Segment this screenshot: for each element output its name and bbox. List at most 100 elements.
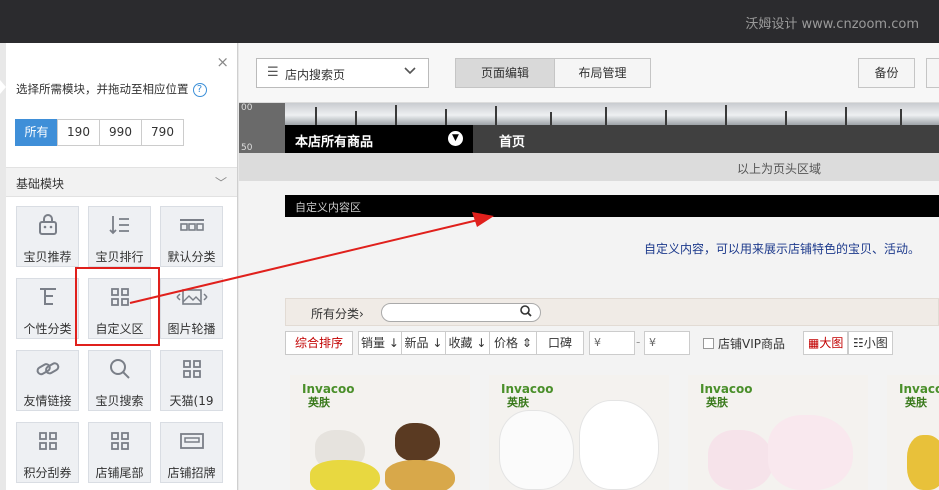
sort-toggle-icon: ⇕ [518,336,532,350]
brand-name: Invacoo [501,382,554,396]
panel-tip-text: 选择所需模块，并拖动至相应位置 [16,82,189,96]
ruler: 00 50 [239,103,285,153]
vip-filter[interactable]: 店铺VIP商品 [703,335,785,352]
module-image-carousel[interactable]: 图片轮播 [160,278,223,339]
module-custom-category[interactable]: 个性分类 [16,278,79,339]
category-label-text: 所有分类 [311,307,360,321]
module-item-search[interactable]: 宝贝搜索 [88,350,151,411]
arrow-down-icon: ↓ [472,336,487,350]
header-region-band: 以上为页头区域 [239,153,939,181]
backup-button[interactable]: 备份 [858,58,915,88]
link-icon [17,357,78,383]
module-label: 默认分类 [167,250,216,264]
brand-name-cn: 英肤 [905,396,927,409]
module-label: 个性分类 [23,322,72,336]
module-label: 积分刮券 [23,466,72,480]
product-brand: Invacoo英肤 [501,382,554,410]
product-card[interactable]: Invacoo英肤 [688,375,868,490]
width-filter-tabs: 所有 190 990 790 [15,119,184,146]
module-label: 宝贝搜索 [95,394,144,408]
sort-price-label: 价格 [494,336,519,350]
watermark: 沃姆设计 www.cnzoom.com [745,17,919,32]
module-shop-footer[interactable]: 店铺尾部 [88,422,151,483]
module-recommend[interactable]: 宝贝推荐 [16,206,79,267]
width-tab-790[interactable]: 790 [141,119,184,146]
editor-toolbar: ☰ 店内搜索页 页面编辑 布局管理 备份 [239,43,939,103]
sort-sales[interactable]: 销量 ↓ [358,331,402,355]
category-search-input[interactable] [381,303,541,322]
sort-favorites-label: 收藏 [448,336,473,350]
module-shop-signboard[interactable]: 店铺招牌 [160,422,223,483]
brand-name: Invacoo [899,382,939,396]
brand-name: Invacoo [700,382,753,396]
module-friend-links[interactable]: 友情链接 [16,350,79,411]
page-edit-button[interactable]: 页面编辑 [455,58,555,88]
shop-nav: 本店所有商品 ▼ 首页 [285,125,939,153]
help-icon[interactable]: ? [192,82,207,97]
nav-all-items[interactable]: 本店所有商品 ▼ [285,125,473,153]
editor-canvas: ☰ 店内搜索页 页面编辑 布局管理 备份 00 50 本店所有商品 ▼ 首页 以… [239,43,939,490]
view-small-button[interactable]: ☷小图 [848,331,893,355]
brand-name-cn: 英肤 [706,396,728,409]
category-label[interactable]: 所有分类› [311,305,364,322]
section-basic-modules[interactable]: 基础模块 ﹀ [6,167,237,197]
page-select[interactable]: ☰ 店内搜索页 [256,58,429,88]
sort-new-label: 新品 [404,336,429,350]
nav-home[interactable]: 首页 [499,131,525,150]
chevron-down-icon [404,64,416,79]
top-bar: 沃姆设计 www.cnzoom.com [0,0,939,43]
sort-new[interactable]: 新品 ↓ [401,331,446,355]
header-note: 以上为页头区域 [737,162,822,176]
module-label: 宝贝排行 [95,250,144,264]
sort-default[interactable]: 综合排序 [285,331,353,355]
width-tab-all[interactable]: 所有 [15,119,58,146]
grid-icon [161,357,222,383]
view-big-button[interactable]: ▦大图 [803,331,849,355]
module-label: 宝贝推荐 [23,250,72,264]
custom-content-bar[interactable]: 自定义内容区 [285,195,939,217]
module-label: 图片轮播 [167,322,216,336]
close-icon[interactable]: × [216,53,229,71]
product-card[interactable]: Invacoo英肤 [290,375,470,490]
sort-price[interactable]: 价格 ⇕ [489,331,537,355]
sort-bar: 综合排序 销量 ↓ 新品 ↓ 收藏 ↓ 价格 ⇕ 口碑 ¥ - ¥ 店铺VIP商… [285,331,939,357]
layout-manage-button[interactable]: 布局管理 [554,58,651,88]
ruler-top: 00 [241,103,253,113]
chevron-down-icon[interactable]: ﹀ [215,174,227,191]
sort-reputation[interactable]: 口碑 [536,331,584,355]
price-dash: - [636,335,641,349]
module-label: 店铺尾部 [95,466,144,480]
chevron-down-icon[interactable]: ▼ [448,131,463,146]
menu-icon: ☰ [267,65,279,80]
product-card[interactable]: Invacoo英肤 [489,375,669,490]
width-tab-190[interactable]: 190 [57,119,100,146]
module-ranking[interactable]: 宝贝排行 [88,206,151,267]
product-brand: Invacoo英肤 [700,382,753,410]
header-banner [285,103,939,125]
category-bar: 所有分类› [285,298,939,326]
custom-content-label: 自定义内容区 [295,201,361,214]
module-tmall[interactable]: 天猫(19 [160,350,223,411]
list-icon: ☷ [853,336,864,350]
ranking-icon [89,213,150,239]
price-max-input[interactable]: ¥ [644,331,690,355]
more-button[interactable] [926,58,939,88]
grid-icon: ▦ [808,336,820,350]
brand-name-cn: 英肤 [507,396,529,409]
grid-icon [89,429,150,455]
module-label: 友情链接 [23,394,72,408]
module-points-coupon[interactable]: 积分刮券 [16,422,79,483]
ruler-bottom: 50 [241,143,253,153]
view-big-label: 大图 [819,336,844,350]
search-icon[interactable] [520,304,532,321]
chevron-right-icon: › [359,307,364,321]
panel-tip: 选择所需模块，并拖动至相应位置? [16,81,207,97]
brand-name: Invacoo [302,382,355,396]
width-tab-990[interactable]: 990 [99,119,142,146]
vip-checkbox[interactable] [703,338,714,349]
sort-favorites[interactable]: 收藏 ↓ [445,331,490,355]
brand-name-cn: 英肤 [308,396,330,409]
module-default-category[interactable]: 默认分类 [160,206,223,267]
product-card[interactable]: Invacoo英肤 [887,375,939,490]
price-min-input[interactable]: ¥ [589,331,635,355]
